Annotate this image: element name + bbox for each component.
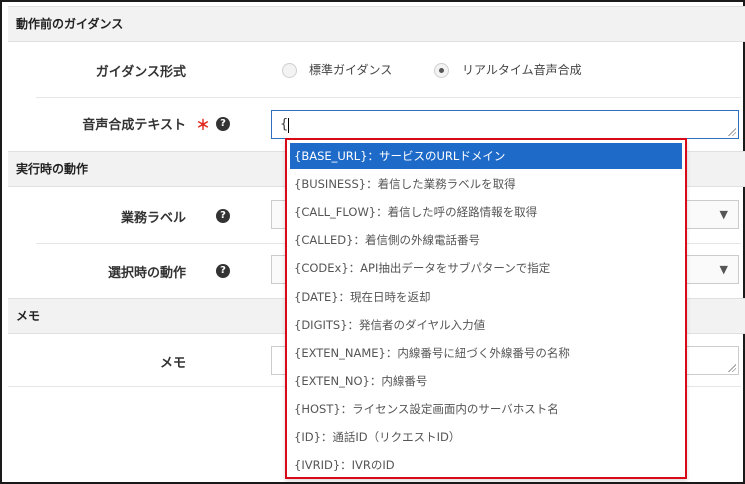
resize-grip-icon[interactable] — [728, 364, 736, 372]
form-window: 動作前のガイダンス ガイダンス形式 標準ガイダンス リアルタイム音声合成 音声合… — [0, 0, 745, 484]
radio-realtime-tts[interactable] — [434, 63, 449, 78]
radio-standard-guidance[interactable] — [282, 63, 297, 78]
dropdown-option[interactable]: {EXTEN_NAME}：内線番号に紐づく外線番号の名称 — [290, 340, 682, 366]
row-divider — [36, 97, 741, 98]
tts-text-input[interactable]: { — [271, 110, 739, 139]
dropdown-option[interactable]: {BUSINESS}：着信した業務ラベルを取得 — [290, 171, 682, 197]
dropdown-option[interactable]: {CALLED}：着信側の外線電話番号 — [290, 227, 682, 253]
dropdown-option[interactable]: {IVRID}：IVRのID — [290, 452, 682, 478]
chevron-down-icon: ▼ — [719, 263, 728, 276]
text-cursor — [288, 118, 289, 133]
dropdown-option[interactable]: {EXTEN_NO}：内線番号 — [290, 368, 682, 394]
memo-label: メモ — [159, 356, 186, 371]
section-header-guidance: 動作前のガイダンス — [8, 6, 745, 42]
dropdown-option[interactable]: {HOST}：ライセンス設定画面内のサーバホスト名 — [290, 396, 682, 422]
radio-standard-guidance-label[interactable]: 標準ガイダンス — [309, 61, 392, 78]
business-label-label: 業務ラベル — [120, 211, 186, 226]
select-action-label: 選択時の動作 — [107, 266, 186, 281]
dropdown-option[interactable]: {CALL_FLOW}：着信した呼の経路情報を取得 — [290, 199, 682, 225]
tts-text-label: 音声合成テキスト — [82, 118, 186, 133]
dropdown-option[interactable]: {BASE_URL}：サービスのURLドメイン — [290, 143, 682, 169]
chevron-down-icon: ▼ — [719, 208, 728, 221]
dropdown-option[interactable]: {DIGITS}：発信者のダイヤル入力値 — [290, 312, 682, 338]
help-icon[interactable]: ? — [216, 264, 230, 278]
required-mark: ＊ — [196, 118, 210, 134]
dropdown-option[interactable]: {ID}：通話ID（リクエストID） — [290, 424, 682, 450]
help-icon[interactable]: ? — [216, 209, 230, 223]
resize-grip-icon[interactable] — [728, 128, 736, 136]
dropdown-option[interactable]: {CODEx}：API抽出データをサブパターンで指定 — [290, 255, 682, 281]
help-icon[interactable]: ? — [216, 117, 230, 131]
radio-realtime-tts-label[interactable]: リアルタイム音声合成 — [462, 61, 582, 78]
guidance-type-label: ガイダンス形式 — [95, 65, 186, 80]
dropdown-option[interactable]: {DATE}：現在日時を返却 — [290, 284, 682, 310]
variable-autocomplete-dropdown[interactable]: {BASE_URL}：サービスのURLドメイン {BUSINESS}：着信した業務… — [285, 138, 687, 479]
